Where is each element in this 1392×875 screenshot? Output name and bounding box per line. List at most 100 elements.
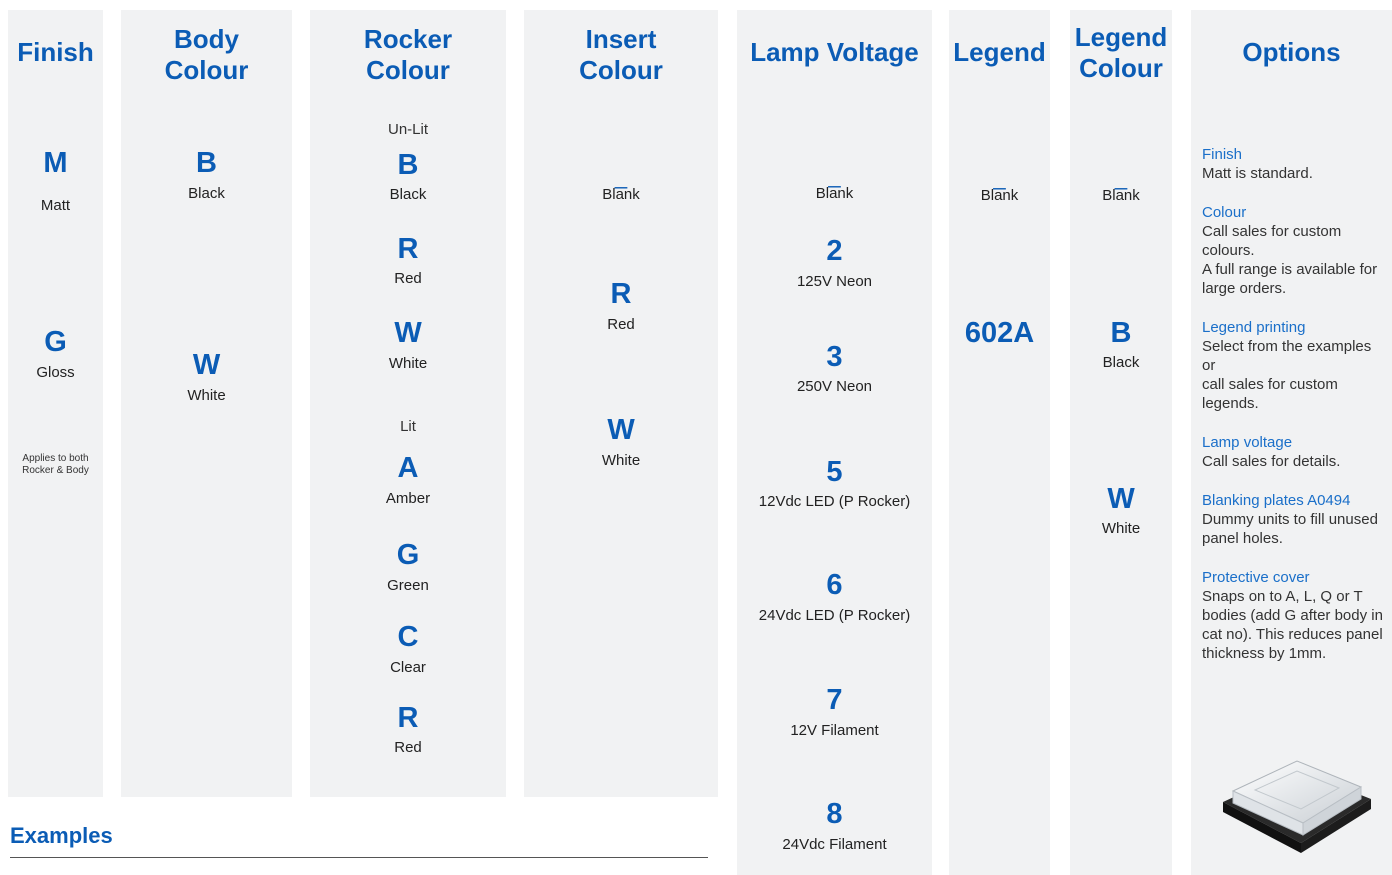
finish-note-line2: Rocker & Body xyxy=(22,465,89,476)
rocker-label-black: Black xyxy=(389,186,427,203)
insert-code-blank: _ xyxy=(614,164,628,189)
finish-code-matt: M xyxy=(43,147,68,179)
lamp-label-3: 250V Neon xyxy=(796,378,873,395)
option-protective-cover-text-2: bodies (add G after body in xyxy=(1202,607,1383,624)
legend-colour-label-blank: Blank xyxy=(1102,187,1140,204)
option-legend-printing-text-3: call sales for custom xyxy=(1202,376,1338,393)
examples-divider xyxy=(10,857,708,858)
lamp-label-2: 125V Neon xyxy=(796,273,873,290)
option-colour-text-4: large orders. xyxy=(1202,280,1287,297)
option-blanking-plates-text-1: Dummy units to fill unused xyxy=(1202,511,1378,528)
option-lamp-voltage-title: Lamp voltage xyxy=(1202,434,1293,451)
legend-colour-code-blank: _ xyxy=(1114,165,1128,190)
option-legend-printing-text-4: legends. xyxy=(1202,395,1259,412)
legend-label-blank: Blank xyxy=(980,187,1019,204)
rocker-label-red-lit: Red xyxy=(394,739,422,756)
body-code-white: W xyxy=(192,349,221,381)
options-header: Options xyxy=(1242,37,1341,67)
option-colour-text-3: A full range is available for xyxy=(1202,261,1378,278)
legend-colour-label-black: Black xyxy=(1102,354,1140,371)
lamp-code-8: 8 xyxy=(826,798,843,830)
rocker-code-amber: A xyxy=(397,452,419,484)
insert-colour-column: Insert Colour _ Blank R Red W White xyxy=(524,10,718,797)
lamp-code-5: 5 xyxy=(826,456,843,488)
body-colour-header-line1: Body xyxy=(174,24,239,54)
rocker-colour-header-line1: Rocker xyxy=(363,24,453,54)
insert-label-red: Red xyxy=(607,316,635,333)
option-colour-text-1: Call sales for custom xyxy=(1202,223,1342,240)
legend-header: Legend xyxy=(953,37,1046,67)
lamp-voltage-column: Lamp Voltage _ Blank 2 125V Neon 3 250V … xyxy=(737,10,932,875)
option-protective-cover-text-3: cat no). This reduces panel xyxy=(1202,626,1383,643)
finish-header: Finish xyxy=(17,37,94,67)
lamp-label-6: 24Vdc LED (P Rocker) xyxy=(758,607,911,624)
legend-colour-code-white: W xyxy=(1107,483,1135,515)
body-code-black: B xyxy=(196,147,217,179)
rocker-unlit-label: Un-Lit xyxy=(387,121,428,138)
insert-code-white: W xyxy=(607,414,635,446)
rocker-lit-label: Lit xyxy=(400,418,416,435)
option-legend-printing-text-1: Select from the examples xyxy=(1202,338,1372,355)
protective-cover-image xyxy=(1223,760,1371,853)
insert-label-blank: Blank xyxy=(602,186,640,203)
rocker-label-amber: Amber xyxy=(385,490,431,507)
option-finish-text-1: Matt is standard. xyxy=(1202,165,1313,182)
lamp-code-blank: _ xyxy=(828,163,841,188)
rocker-code-red-lit: R xyxy=(397,702,419,734)
insert-label-white: White xyxy=(601,452,641,469)
finish-label-gloss: Gloss xyxy=(36,364,75,381)
rocker-code-red: R xyxy=(397,233,419,265)
options-column: Options Finish Matt is standard. Colour … xyxy=(1191,10,1392,875)
examples-heading: Examples xyxy=(10,823,113,848)
body-colour-header-line2: Colour xyxy=(164,55,249,85)
lamp-code-3: 3 xyxy=(826,341,843,373)
lamp-label-5: 12Vdc LED (P Rocker) xyxy=(758,493,911,510)
finish-column: Finish M Matt G Gloss Applies to both Ro… xyxy=(8,10,103,797)
insert-code-red: R xyxy=(610,278,632,310)
legend-code-602a: 602A xyxy=(964,317,1035,349)
body-label-black: Black xyxy=(188,185,225,202)
lamp-code-7: 7 xyxy=(826,684,843,716)
legend-colour-header-line2: Colour xyxy=(1079,53,1163,83)
lamp-label-8: 24Vdc Filament xyxy=(782,836,887,853)
rocker-label-clear: Clear xyxy=(390,659,426,676)
legend-colour-column: Legend Colour _ Blank B Black W White xyxy=(1070,10,1172,875)
lamp-label-7: 12V Filament xyxy=(790,722,879,739)
option-colour-title: Colour xyxy=(1202,204,1247,221)
rocker-colour-column: Rocker Colour Un-Lit B Black R Red W Whi… xyxy=(310,10,506,797)
rocker-label-red: Red xyxy=(394,270,422,287)
option-blanking-plates-text-2: panel holes. xyxy=(1202,530,1283,547)
body-colour-column: Body Colour B Black W White xyxy=(121,10,292,797)
finish-label-matt: Matt xyxy=(40,197,71,214)
finish-code-gloss: G xyxy=(44,326,67,358)
rocker-code-white: W xyxy=(394,317,422,349)
insert-colour-header-line2: Colour xyxy=(579,55,663,85)
option-lamp-voltage-text-1: Call sales for details. xyxy=(1202,453,1341,470)
rocker-code-green: G xyxy=(396,539,420,571)
option-legend-printing-title: Legend printing xyxy=(1202,319,1306,336)
option-protective-cover-text-4: thickness by 1mm. xyxy=(1202,645,1327,662)
finish-note-line1: Applies to both xyxy=(22,453,89,464)
legend-code-blank: _ xyxy=(993,165,1006,190)
option-protective-cover-title: Protective cover xyxy=(1202,569,1310,586)
option-legend-printing-text-2: or xyxy=(1202,357,1216,374)
legend-colour-code-black: B xyxy=(1110,317,1132,349)
option-blanking-plates-title: Blanking plates A0494 xyxy=(1202,492,1351,509)
rocker-colour-header-line2: Colour xyxy=(366,55,450,85)
lamp-code-2: 2 xyxy=(826,235,843,267)
legend-colour-header-line1: Legend xyxy=(1074,22,1168,52)
body-label-white: White xyxy=(187,387,226,404)
lamp-code-6: 6 xyxy=(826,569,843,601)
rocker-label-green: Green xyxy=(387,577,429,594)
option-finish-title: Finish xyxy=(1202,146,1243,163)
legend-colour-label-white: White xyxy=(1101,520,1141,537)
lamp-voltage-header: Lamp Voltage xyxy=(750,37,919,67)
option-protective-cover-text-1: Snaps on to A, L, Q or T xyxy=(1202,588,1363,605)
rocker-label-white: White xyxy=(388,355,428,372)
legend-column: Legend _ Blank 602A xyxy=(949,10,1050,875)
rocker-code-clear: C xyxy=(397,621,419,653)
rocker-code-black: B xyxy=(397,149,419,181)
insert-colour-header-line1: Insert xyxy=(585,24,657,54)
option-colour-text-2: colours. xyxy=(1202,242,1255,259)
lamp-label-blank: Blank xyxy=(815,185,854,202)
